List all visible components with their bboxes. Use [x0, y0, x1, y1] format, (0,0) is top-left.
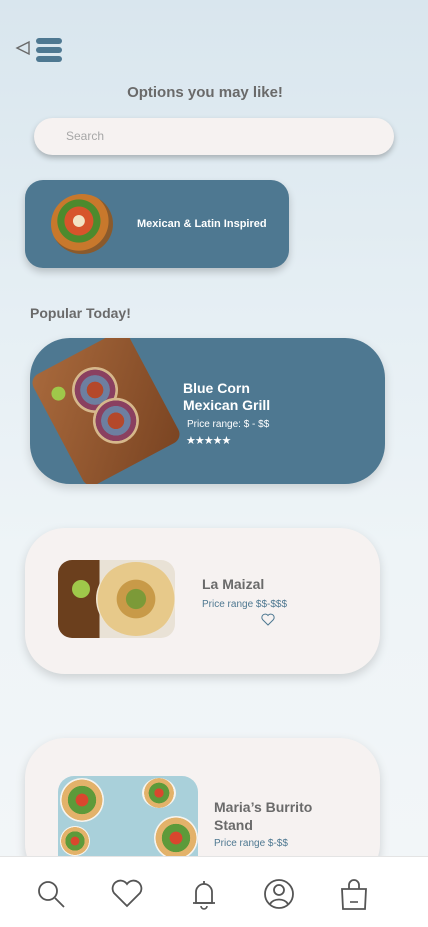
category-card-mexican[interactable]: Mexican & Latin Inspired [25, 180, 289, 268]
price-range: Price range: $ - $$ [187, 419, 270, 430]
restaurant-name: Maria’s Burrito Stand [214, 799, 313, 833]
back-triangle-icon[interactable] [15, 40, 31, 56]
price-range: Price range $-$$ [214, 838, 288, 849]
restaurant-name: La Maizal [202, 576, 265, 592]
bottom-nav [0, 856, 428, 927]
heart-icon[interactable] [261, 613, 275, 626]
heart-icon[interactable] [110, 877, 144, 911]
price-range: Price range $$-$$$ [202, 599, 288, 610]
restaurant-card-blue-corn[interactable]: Blue Corn Mexican Grill Price range: $ -… [30, 338, 385, 484]
tacos-board-image [30, 338, 184, 484]
salad-plates-image [58, 776, 198, 866]
taco-avocado-image [58, 560, 175, 638]
bell-icon[interactable] [187, 877, 221, 911]
page-title: Options you may like! [127, 84, 283, 101]
search-bar[interactable] [34, 118, 394, 155]
nachos-bowl-image [51, 194, 113, 254]
shopping-bag-icon[interactable] [337, 877, 371, 911]
section-title-popular: Popular Today! [30, 305, 131, 321]
profile-icon[interactable] [262, 877, 296, 911]
restaurant-card-la-maizal[interactable]: La Maizal Price range $$-$$$ [25, 528, 380, 674]
hamburger-menu-icon[interactable] [36, 38, 62, 62]
restaurant-name: Blue Corn Mexican Grill [183, 380, 271, 413]
category-label: Mexican & Latin Inspired [137, 218, 267, 230]
search-input[interactable] [64, 128, 368, 144]
rating-stars: ★★★★★ [186, 435, 231, 447]
search-icon[interactable] [34, 877, 68, 911]
